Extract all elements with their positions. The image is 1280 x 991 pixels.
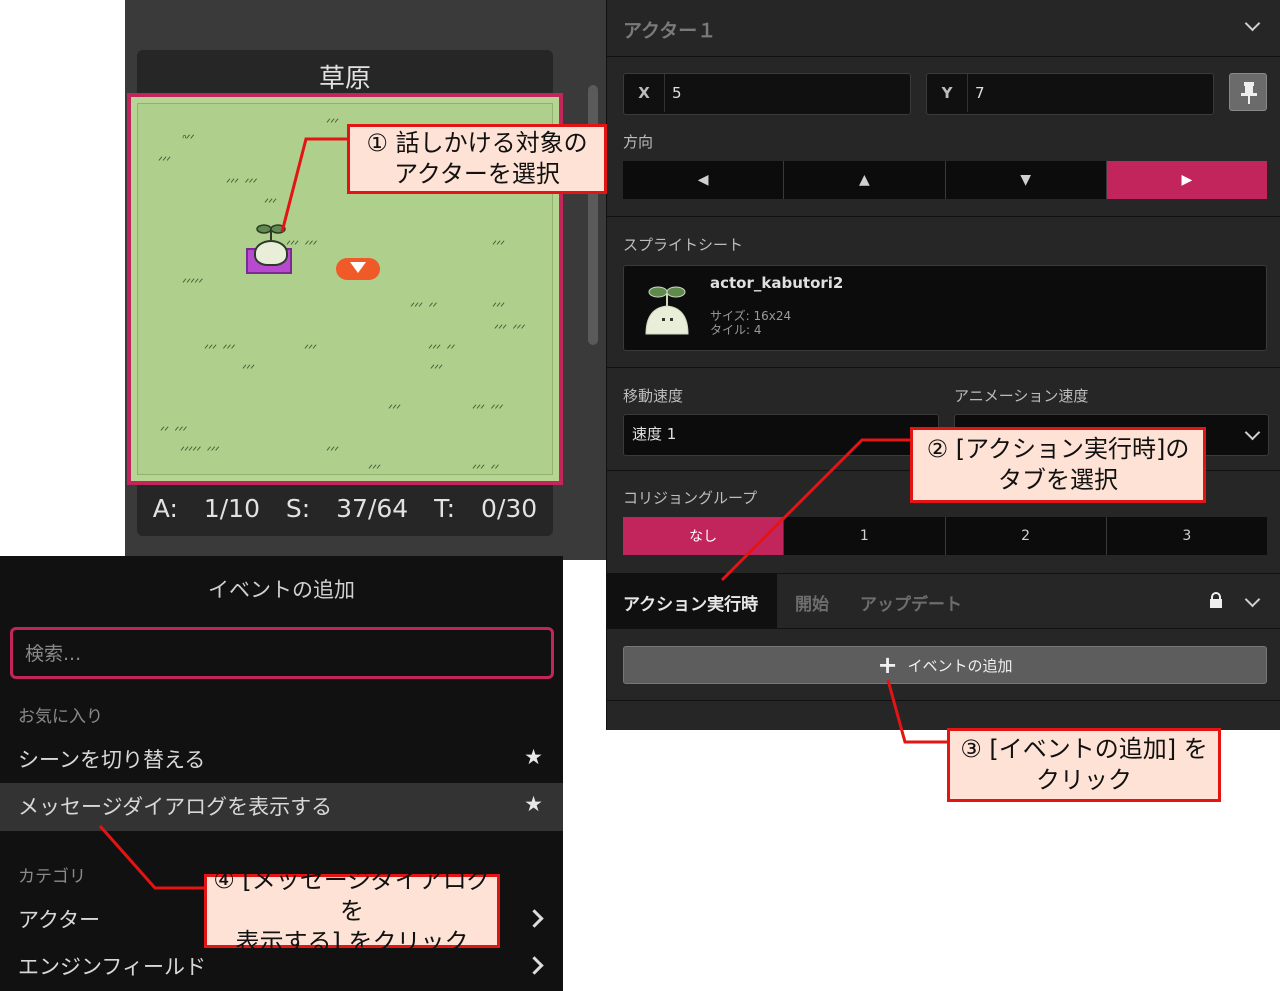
callout-text: アクターを選択 <box>394 160 560 188</box>
callout-text: ① 話しかける対象の <box>366 129 588 157</box>
callout-text: ④ [メッセージダイアログを <box>213 865 491 925</box>
callout-text: ② [アクション実行時]の <box>926 435 1190 463</box>
callout-select-tab: ② [アクション実行時]の タブを選択 <box>910 427 1206 503</box>
callout-text: 表示する] をクリック <box>235 927 469 956</box>
callout-text: タブを選択 <box>997 466 1118 494</box>
callout-add-event: ③ [イベントの追加] をクリック <box>947 728 1221 802</box>
callout-show-message: ④ [メッセージダイアログを 表示する] をクリック <box>204 866 500 956</box>
callout-text: クリック <box>1036 766 1132 794</box>
callout-select-actor: ① 話しかける対象の アクターを選択 <box>347 124 607 194</box>
callout-text: ③ [イベントの追加] を <box>960 735 1208 763</box>
